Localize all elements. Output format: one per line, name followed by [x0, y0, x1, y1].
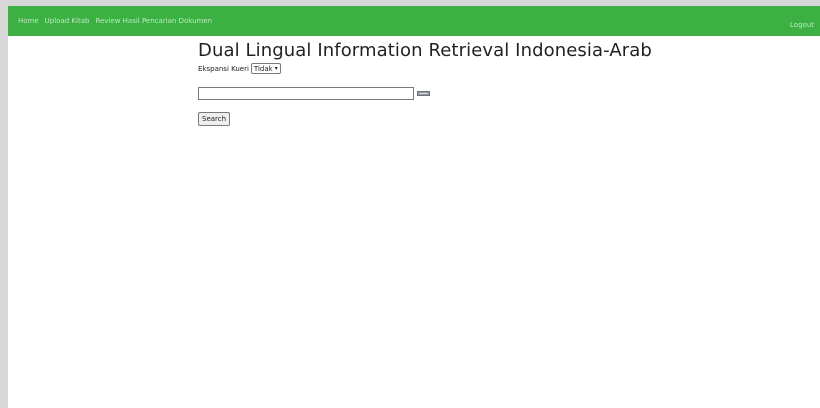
- page: Home Upload Kitab Review Hasil Pencarian…: [8, 6, 820, 408]
- nav-links: Home Upload Kitab Review Hasil Pencarian…: [18, 17, 212, 25]
- main-content: Dual Lingual Information Retrieval Indon…: [198, 40, 718, 126]
- search-button[interactable]: Search: [198, 112, 231, 126]
- page-title: Dual Lingual Information Retrieval Indon…: [198, 40, 652, 61]
- search-input[interactable]: [198, 87, 414, 100]
- query-expansion-row: Ekspansi Kueri Tidak ▾: [198, 63, 718, 74]
- nav-link-upload-kitab[interactable]: Upload Kitab: [45, 17, 90, 25]
- top-navbar: Home Upload Kitab Review Hasil Pencarian…: [8, 6, 820, 36]
- query-expansion-selected: Tidak: [253, 64, 273, 73]
- query-expansion-label: Ekspansi Kueri: [198, 64, 249, 73]
- nav-link-review-hasil[interactable]: Review Hasil Pencarian Dokumen: [95, 17, 212, 25]
- query-expansion-select[interactable]: Tidak ▾: [250, 63, 281, 74]
- nav-right: Logout: [790, 12, 814, 31]
- search-row: [198, 87, 718, 100]
- window-frame: Home Upload Kitab Review Hasil Pencarian…: [0, 0, 820, 408]
- nav-link-home[interactable]: Home: [18, 17, 39, 25]
- keyboard-icon[interactable]: [417, 91, 430, 96]
- chevron-down-icon: ▾: [274, 64, 278, 72]
- logout-link[interactable]: Logout: [790, 21, 814, 29]
